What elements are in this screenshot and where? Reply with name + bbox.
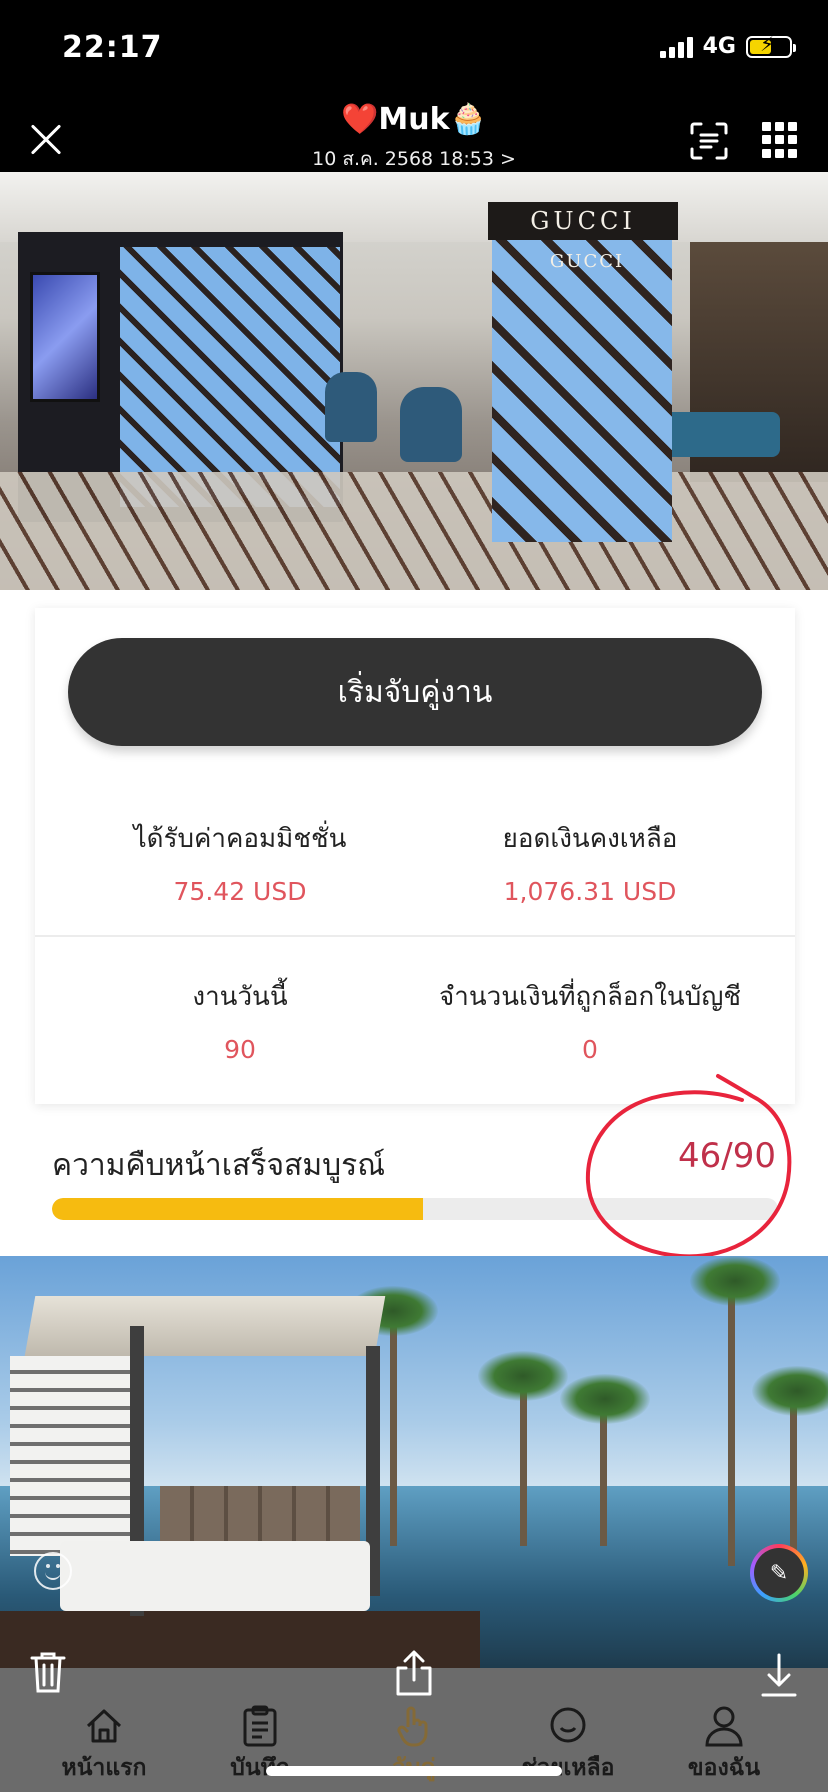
cupcake-emoji: 🧁	[449, 102, 487, 137]
home-icon	[86, 1709, 122, 1743]
store-photo: GUCCI GUCCI	[0, 172, 828, 590]
commission-stat: ได้รับค่าคอมมิชชั่น 75.42 USD	[65, 818, 415, 906]
locked-amount-value: 0	[582, 1035, 598, 1064]
armchair	[400, 387, 462, 462]
palm-leaves	[690, 1256, 780, 1306]
status-time: 22:17	[62, 30, 163, 65]
chat-smile-icon	[550, 1707, 586, 1743]
palm-leaves	[478, 1351, 568, 1401]
home-indicator[interactable]	[266, 1766, 562, 1776]
today-tasks-value: 90	[224, 1035, 256, 1064]
display-screen	[30, 272, 100, 402]
commission-value: 75.42 USD	[173, 877, 307, 906]
palm-leaves	[752, 1366, 828, 1416]
palm-tree	[728, 1276, 735, 1566]
balance-value: 1,076.31 USD	[503, 877, 677, 906]
progress-count: 46/90	[678, 1136, 776, 1176]
battery-icon: ⚡	[746, 32, 796, 58]
locked-amount-label: จำนวนเงินที่ถูกล็อกในบัญชี	[438, 982, 742, 1012]
stats-card: เริ่มจับคู่งาน ได้รับค่าคอมมิชชั่น 75.42…	[35, 608, 795, 1104]
signal-icon	[659, 36, 693, 58]
network-type: 4G	[702, 34, 736, 59]
resort-photo	[0, 1256, 828, 1668]
palm-tree	[520, 1376, 527, 1546]
lattice-wall	[120, 247, 340, 507]
status-indicators: 4G ⚡	[659, 32, 796, 59]
start-matching-button[interactable]: เริ่มจับคู่งาน	[68, 638, 762, 746]
armchair	[325, 372, 377, 442]
commission-label: ได้รับค่าคอมมิชชั่น	[133, 824, 347, 854]
download-icon	[761, 1653, 797, 1697]
sofa	[660, 412, 780, 457]
sender-name-text: Muk	[378, 102, 450, 137]
store-sign: GUCCI GUCCI	[488, 202, 678, 272]
cabana	[10, 1286, 386, 1646]
locked-amount-stat: จำนวนเงินที่ถูกล็อกในบัญชี 0	[415, 976, 765, 1064]
palm-tree	[390, 1316, 397, 1546]
tab-profile[interactable]: ของฉัน	[654, 1704, 794, 1786]
download-button[interactable]	[760, 1652, 798, 1698]
tab-home-label: หน้าแรก	[61, 1755, 147, 1781]
scan-text-icon	[690, 122, 728, 160]
patterned-floor	[0, 472, 828, 590]
cabana-roof	[24, 1296, 386, 1356]
palm-leaves	[560, 1374, 650, 1424]
progress-bar-fill	[52, 1198, 423, 1220]
tab-home[interactable]: หน้าแรก	[34, 1704, 174, 1786]
heart-emoji: ❤️	[341, 102, 379, 137]
person-icon	[705, 1706, 743, 1747]
progress-label: ความคืบหน้าเสร็จสมบูรณ์	[52, 1148, 386, 1183]
status-bar: 22:17 4G ⚡	[0, 0, 828, 100]
today-tasks-label: งานวันนี้	[192, 982, 288, 1012]
cabana-slats	[10, 1356, 140, 1556]
store-sign-right: GUCCI	[549, 251, 625, 272]
daybed	[60, 1541, 370, 1611]
tab-profile-label: ของฉัน	[687, 1755, 761, 1781]
clipboard-icon	[243, 1705, 277, 1747]
pencil-icon: ✎	[769, 1560, 789, 1586]
share-button[interactable]	[394, 1650, 434, 1696]
reaction-button[interactable]	[34, 1552, 72, 1590]
trash-icon	[30, 1652, 66, 1693]
progress-bar	[52, 1198, 778, 1220]
store-sign-left: GUCCI	[530, 207, 636, 235]
delete-button[interactable]	[30, 1650, 66, 1694]
hand-pointer-icon	[397, 1706, 428, 1747]
balance-stat: ยอดเงินคงเหลือ 1,076.31 USD	[415, 818, 765, 906]
balance-label: ยอดเงินคงเหลือ	[502, 824, 678, 854]
charging-bolt-icon: ⚡	[760, 31, 775, 56]
photo-viewer-header: ❤️Muk🧁 10 ส.ค. 2568 18:53 >	[0, 100, 828, 182]
grid-menu-button[interactable]	[762, 122, 798, 158]
today-tasks-stat: งานวันนี้ 90	[65, 976, 415, 1064]
share-icon	[396, 1650, 432, 1696]
divider	[35, 935, 795, 937]
markup-button[interactable]: ✎	[750, 1544, 808, 1602]
text-scan-button[interactable]	[690, 122, 728, 160]
